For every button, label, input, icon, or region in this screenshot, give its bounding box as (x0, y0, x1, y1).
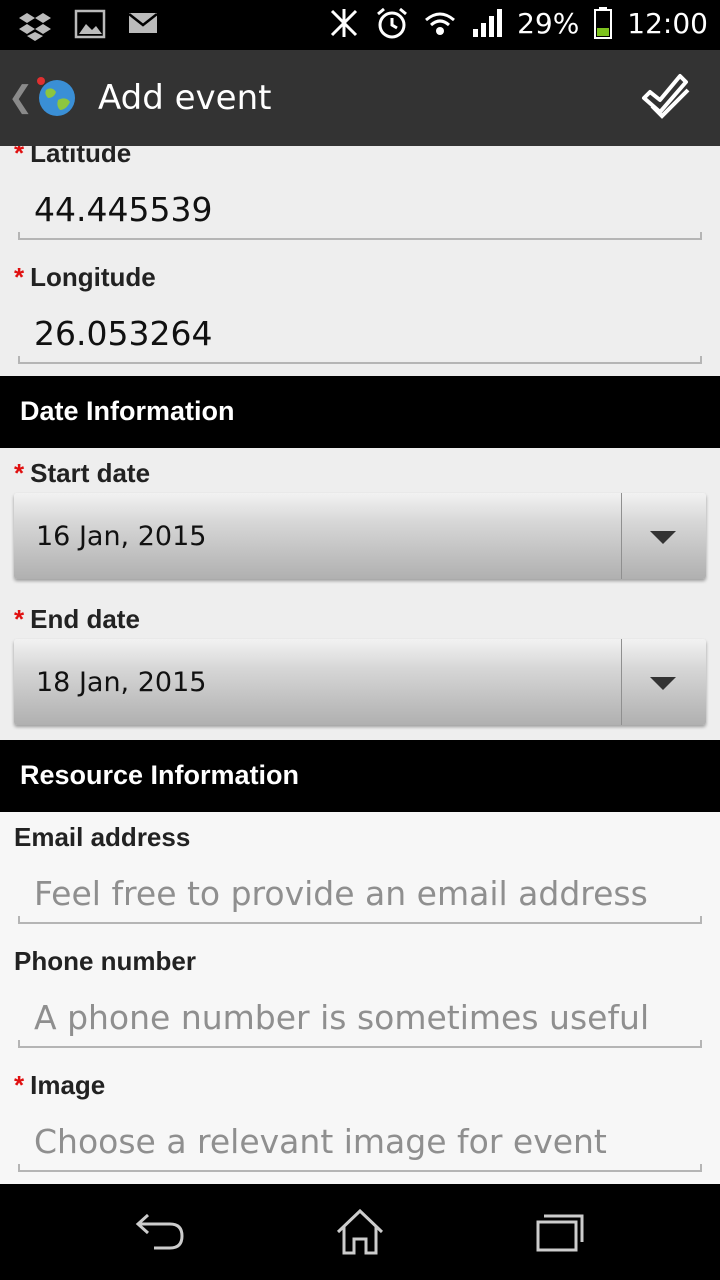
start-date-label: * Start date (14, 458, 151, 488)
email-placeholder: Feel free to provide an email address (34, 874, 648, 913)
email-field[interactable]: Feel free to provide an email address (18, 868, 702, 924)
end-date-value: 18 Jan, 2015 (36, 667, 207, 698)
dropbox-icon (19, 13, 51, 41)
home-icon[interactable] (330, 1206, 390, 1258)
battery-percent: 29% (517, 6, 580, 40)
image-label: * Image (14, 1070, 106, 1100)
globe-app-icon[interactable] (36, 76, 78, 118)
field-underline (18, 356, 702, 364)
start-date-spinner[interactable]: 16 Jan, 2015 (14, 493, 706, 579)
status-bar: 29% 12:00 (0, 0, 720, 50)
navigation-bar (0, 1184, 720, 1280)
field-underline (18, 232, 702, 240)
field-underline (18, 1040, 702, 1048)
phone-placeholder: A phone number is sometimes useful (34, 998, 650, 1037)
section-header-resource: Resource Information (0, 740, 720, 812)
required-marker: * (14, 146, 25, 168)
end-date-spinner[interactable]: 18 Jan, 2015 (14, 639, 706, 725)
phone-label: Phone number (14, 946, 197, 976)
image-placeholder: Choose a relevant image for event (34, 1122, 607, 1161)
latitude-label: * Latitude (14, 146, 131, 169)
required-marker: * (14, 604, 25, 634)
spinner-divider (621, 493, 622, 579)
form-content: * Latitude 44.445539 * Longitude 26.053264… (0, 146, 720, 1184)
dropdown-arrow-icon (650, 677, 676, 690)
phone-field[interactable]: A phone number is sometimes useful (18, 992, 702, 1048)
end-date-label: * End date (14, 604, 140, 634)
field-underline (18, 1164, 702, 1172)
back-icon[interactable] (130, 1206, 190, 1258)
longitude-field[interactable]: 26.053264 (18, 308, 702, 364)
dropdown-arrow-icon (650, 531, 676, 544)
latitude-value: 44.445539 (34, 190, 213, 229)
action-bar: ❮ Add event (0, 50, 720, 146)
clock: 12:00 (627, 6, 708, 40)
page-title: Add event (98, 78, 272, 118)
required-marker: * (14, 458, 25, 488)
longitude-value: 26.053264 (34, 314, 213, 353)
image-field[interactable]: Choose a relevant image for event (18, 1116, 702, 1172)
field-underline (18, 916, 702, 924)
recent-apps-icon[interactable] (530, 1206, 590, 1258)
signal-icon (473, 9, 503, 37)
nfc-icon (331, 9, 358, 37)
battery-icon (594, 7, 613, 39)
alarm-icon (377, 7, 408, 39)
spinner-divider (621, 639, 622, 725)
image-icon (74, 9, 106, 39)
longitude-label: * Longitude (14, 262, 156, 292)
required-marker: * (14, 1070, 25, 1100)
required-marker: * (14, 262, 25, 292)
gmail-icon (128, 13, 158, 33)
latitude-field[interactable]: 44.445539 (18, 184, 702, 240)
done-check-icon[interactable] (640, 72, 692, 124)
section-header-date: Date Information (0, 376, 720, 448)
start-date-value: 16 Jan, 2015 (36, 521, 207, 552)
back-chevron-icon[interactable]: ❮ (8, 80, 33, 115)
email-label: Email address (14, 822, 191, 852)
wifi-icon (425, 12, 456, 35)
